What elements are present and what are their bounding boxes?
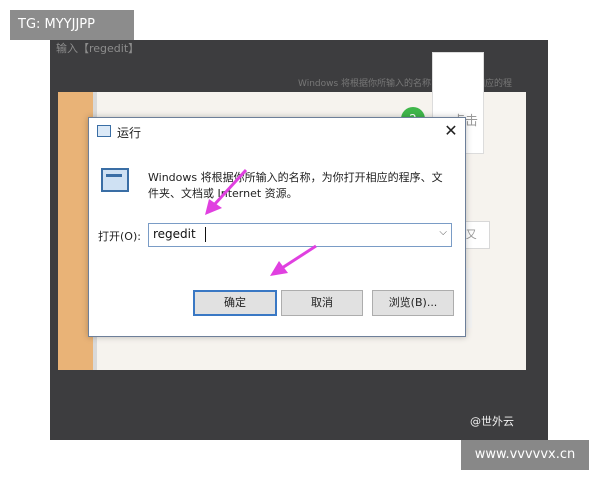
chevron-down-icon[interactable]: ⌵ (439, 227, 447, 238)
close-icon[interactable]: ✕ (441, 121, 461, 141)
background-header-text: 输入【regedit】 (56, 42, 140, 55)
browse-button[interactable]: 浏览(B)... (372, 290, 454, 316)
cancel-button[interactable]: 取消 (281, 290, 363, 316)
open-label: 打开(O): (98, 230, 141, 243)
run-icon (97, 125, 111, 137)
tg-badge: TG: MYYJJPP (10, 10, 134, 40)
text-caret (205, 227, 206, 242)
watermark: @世外云 (470, 415, 514, 428)
dialog-description: Windows 将根据你所输入的名称，为你打开相应的程序、文件夹、文档或 Int… (148, 171, 443, 200)
run-program-icon (101, 168, 129, 192)
url-badge: www.vvvvvx.cn (461, 440, 589, 470)
open-input[interactable]: regedit ⌵ (148, 223, 452, 247)
ok-button[interactable]: 确定 (193, 290, 277, 316)
dialog-title: 运行 (117, 126, 142, 140)
run-dialog: 运行 ✕ Windows 将根据你所输入的名称，为你打开相应的程序、文件夹、文档… (88, 117, 466, 337)
open-input-value: regedit (153, 227, 196, 241)
dialog-titlebar[interactable]: 运行 ✕ (89, 118, 465, 144)
